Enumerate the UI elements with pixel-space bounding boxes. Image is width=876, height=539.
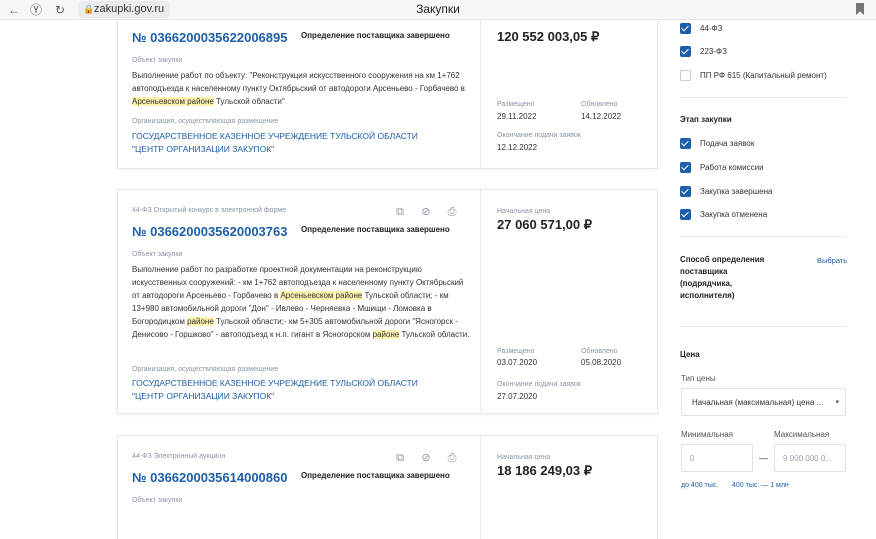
organization-link[interactable]: ГОСУДАРСТВЕННОЕ КАЗЕННОЕ УЧРЕЖДЕНИЕ ТУЛЬ… (132, 130, 452, 156)
placed-label: Размещено (497, 348, 535, 355)
chevron-down-icon: ▾ (835, 399, 839, 406)
highlight: районе (187, 317, 214, 326)
deadline-date: 27.07.2020 (497, 392, 538, 401)
filter-label: Закупка отменена (700, 209, 768, 219)
initial-price: 27 060 571,00 ₽ (497, 217, 593, 232)
initial-price: 120 552 003,05 ₽ (497, 29, 600, 44)
max-price-input[interactable]: 9 000 000 0... (774, 444, 846, 472)
card-actions: ⧉ ⊘ ⎙ (394, 452, 458, 464)
filter-stage-completed[interactable]: Закупка завершена (680, 184, 772, 198)
max-label: Максимальная (774, 430, 830, 439)
quick-price-link[interactable]: 400 тыс. — 1 млн (732, 482, 789, 489)
min-label: Минимальная (681, 430, 734, 439)
object-text: Выполнение работ по объекту: "Реконструк… (132, 71, 465, 93)
updated-label: Обновлено (581, 101, 618, 108)
placed-date: 29.11.2022 (497, 112, 537, 121)
object-label: Объект закупки (132, 497, 183, 504)
price-label: Начальная цена (497, 208, 551, 215)
divider (680, 236, 846, 237)
initial-price: 18 186 249,03 ₽ (497, 463, 593, 478)
purchase-status: Определение поставщика завершено (301, 225, 450, 234)
object-description: Выполнение работ по объекту: "Реконструк… (132, 69, 470, 108)
object-text: Тульской области" (213, 97, 285, 106)
divider (680, 97, 846, 98)
price-type-label: Тип цены (681, 374, 716, 383)
filter-label: 44-ФЗ (700, 23, 723, 33)
object-label: Объект закупки (132, 251, 183, 258)
purchase-number-link[interactable]: № 0366200035614000860 (132, 470, 287, 485)
card-actions: ⧉ ⊘ ⎙ (394, 206, 458, 218)
compass-icon[interactable]: ⊘ (420, 452, 432, 464)
filter-pp615[interactable]: ПП РФ 615 (Капитальный ремонт) (680, 68, 827, 82)
filter-stage-applications[interactable]: Подача заявок (680, 136, 754, 150)
method-title: Способ определения поставщика (подрядчик… (680, 255, 765, 300)
filter-label: Закупка завершена (700, 186, 773, 196)
filters-sidebar: 44-ФЗ 223-ФЗ ПП РФ 615 (Капитальный ремо… (672, 20, 876, 539)
copy-icon[interactable]: ⧉ (394, 452, 406, 464)
purchase-status: Определение поставщика завершено (301, 31, 450, 40)
checkbox-checked[interactable] (680, 208, 691, 220)
updated-date: 14.12.2022 (581, 112, 622, 121)
purchase-card: 44-ФЗ Электронный аукцион ⧉ ⊘ ⎙ № 036620… (117, 435, 658, 539)
print-icon[interactable]: ⎙ (446, 206, 458, 218)
filter-stage-cancelled[interactable]: Закупка отменена (680, 207, 767, 221)
stage-title: Этап закупки (680, 115, 732, 124)
object-label: Объект закупки (132, 57, 183, 64)
card-price-panel: 120 552 003,05 ₽ Размещено 29.11.2022 Об… (480, 20, 659, 168)
checkbox-checked[interactable] (680, 22, 691, 34)
page-content: № 0366200035622006895 Определение постав… (0, 20, 876, 539)
filter-223fz[interactable]: 223-ФЗ (680, 44, 727, 58)
highlight: районе (372, 330, 400, 339)
organization-label: Организация, осуществляющая размещение (132, 366, 279, 373)
filter-44fz[interactable]: 44-ФЗ (680, 21, 722, 35)
range-dash: — (759, 453, 768, 463)
placed-label: Размещено (497, 101, 535, 108)
object-text: Тульской области. (399, 330, 470, 339)
filter-label: Работа комиссии (700, 162, 764, 172)
divider (680, 326, 846, 327)
purchase-card: № 0366200035622006895 Определение постав… (117, 20, 658, 169)
card-price-panel: Начальная цена 27 060 571,00 ₽ Размещено… (480, 190, 659, 413)
filter-label: Подача заявок (700, 138, 755, 148)
checkbox-unchecked[interactable] (680, 69, 691, 81)
deadline-label: Окончание подачи заявок (497, 381, 581, 388)
purchase-number-link[interactable]: № 0366200035622006895 (132, 30, 287, 45)
select-value: Начальная (максимальная) цена ... (692, 398, 824, 407)
checkbox-checked[interactable] (680, 137, 691, 149)
filter-label: 223-ФЗ (700, 46, 727, 56)
checkbox-checked[interactable] (680, 45, 691, 57)
highlight: Арсеньевском районе (132, 97, 214, 106)
method-select-link[interactable]: Выбрать (817, 256, 847, 265)
browser-toolbar: ← Ⓨ ↻ 🔒 zakupki.gov.ru Закупки (0, 0, 876, 20)
page-title: Закупки (416, 2, 460, 16)
print-icon[interactable]: ⎙ (446, 452, 458, 464)
highlight: Арсеньевском районе (280, 291, 363, 300)
purchase-number-link[interactable]: № 0366200035620003763 (132, 224, 287, 239)
deadline-label: Окончание подачи заявок (497, 132, 581, 139)
object-description: Выполнение работ по разработке проектной… (132, 263, 470, 341)
checkbox-checked[interactable] (680, 161, 691, 173)
price-label: Начальная цена (497, 454, 551, 461)
updated-label: Обновлено (581, 348, 618, 355)
compass-icon[interactable]: ⊘ (420, 206, 432, 218)
law-type: 44-ФЗ Электронный аукцион (132, 453, 226, 460)
quick-price-link[interactable]: до 400 тыс. (681, 482, 718, 489)
filter-label: ПП РФ 615 (Капитальный ремонт) (700, 70, 827, 80)
copy-icon[interactable]: ⧉ (394, 206, 406, 218)
filter-stage-commission[interactable]: Работа комиссии (680, 160, 764, 174)
placed-date: 03.07.2020 (497, 358, 538, 367)
purchase-status: Определение поставщика завершено (301, 471, 450, 480)
card-price-panel: Начальная цена 18 186 249,03 ₽ (480, 436, 659, 539)
price-type-select[interactable]: Начальная (максимальная) цена ... ▾ (681, 388, 846, 416)
min-price-input[interactable]: 0 (681, 444, 753, 472)
organization-label: Организация, осуществляющая размещение (132, 118, 279, 125)
organization-link[interactable]: ГОСУДАРСТВЕННОЕ КАЗЕННОЕ УЧРЕЖДЕНИЕ ТУЛЬ… (132, 377, 452, 403)
checkbox-checked[interactable] (680, 185, 691, 197)
law-type: 44-ФЗ Открытый конкурс в электронной фор… (132, 207, 287, 214)
price-title: Цена (680, 350, 700, 359)
deadline-date: 12.12.2022 (497, 143, 538, 152)
updated-date: 05.08.2020 (581, 358, 622, 367)
purchase-card: 44-ФЗ Открытый конкурс в электронной фор… (117, 189, 658, 414)
